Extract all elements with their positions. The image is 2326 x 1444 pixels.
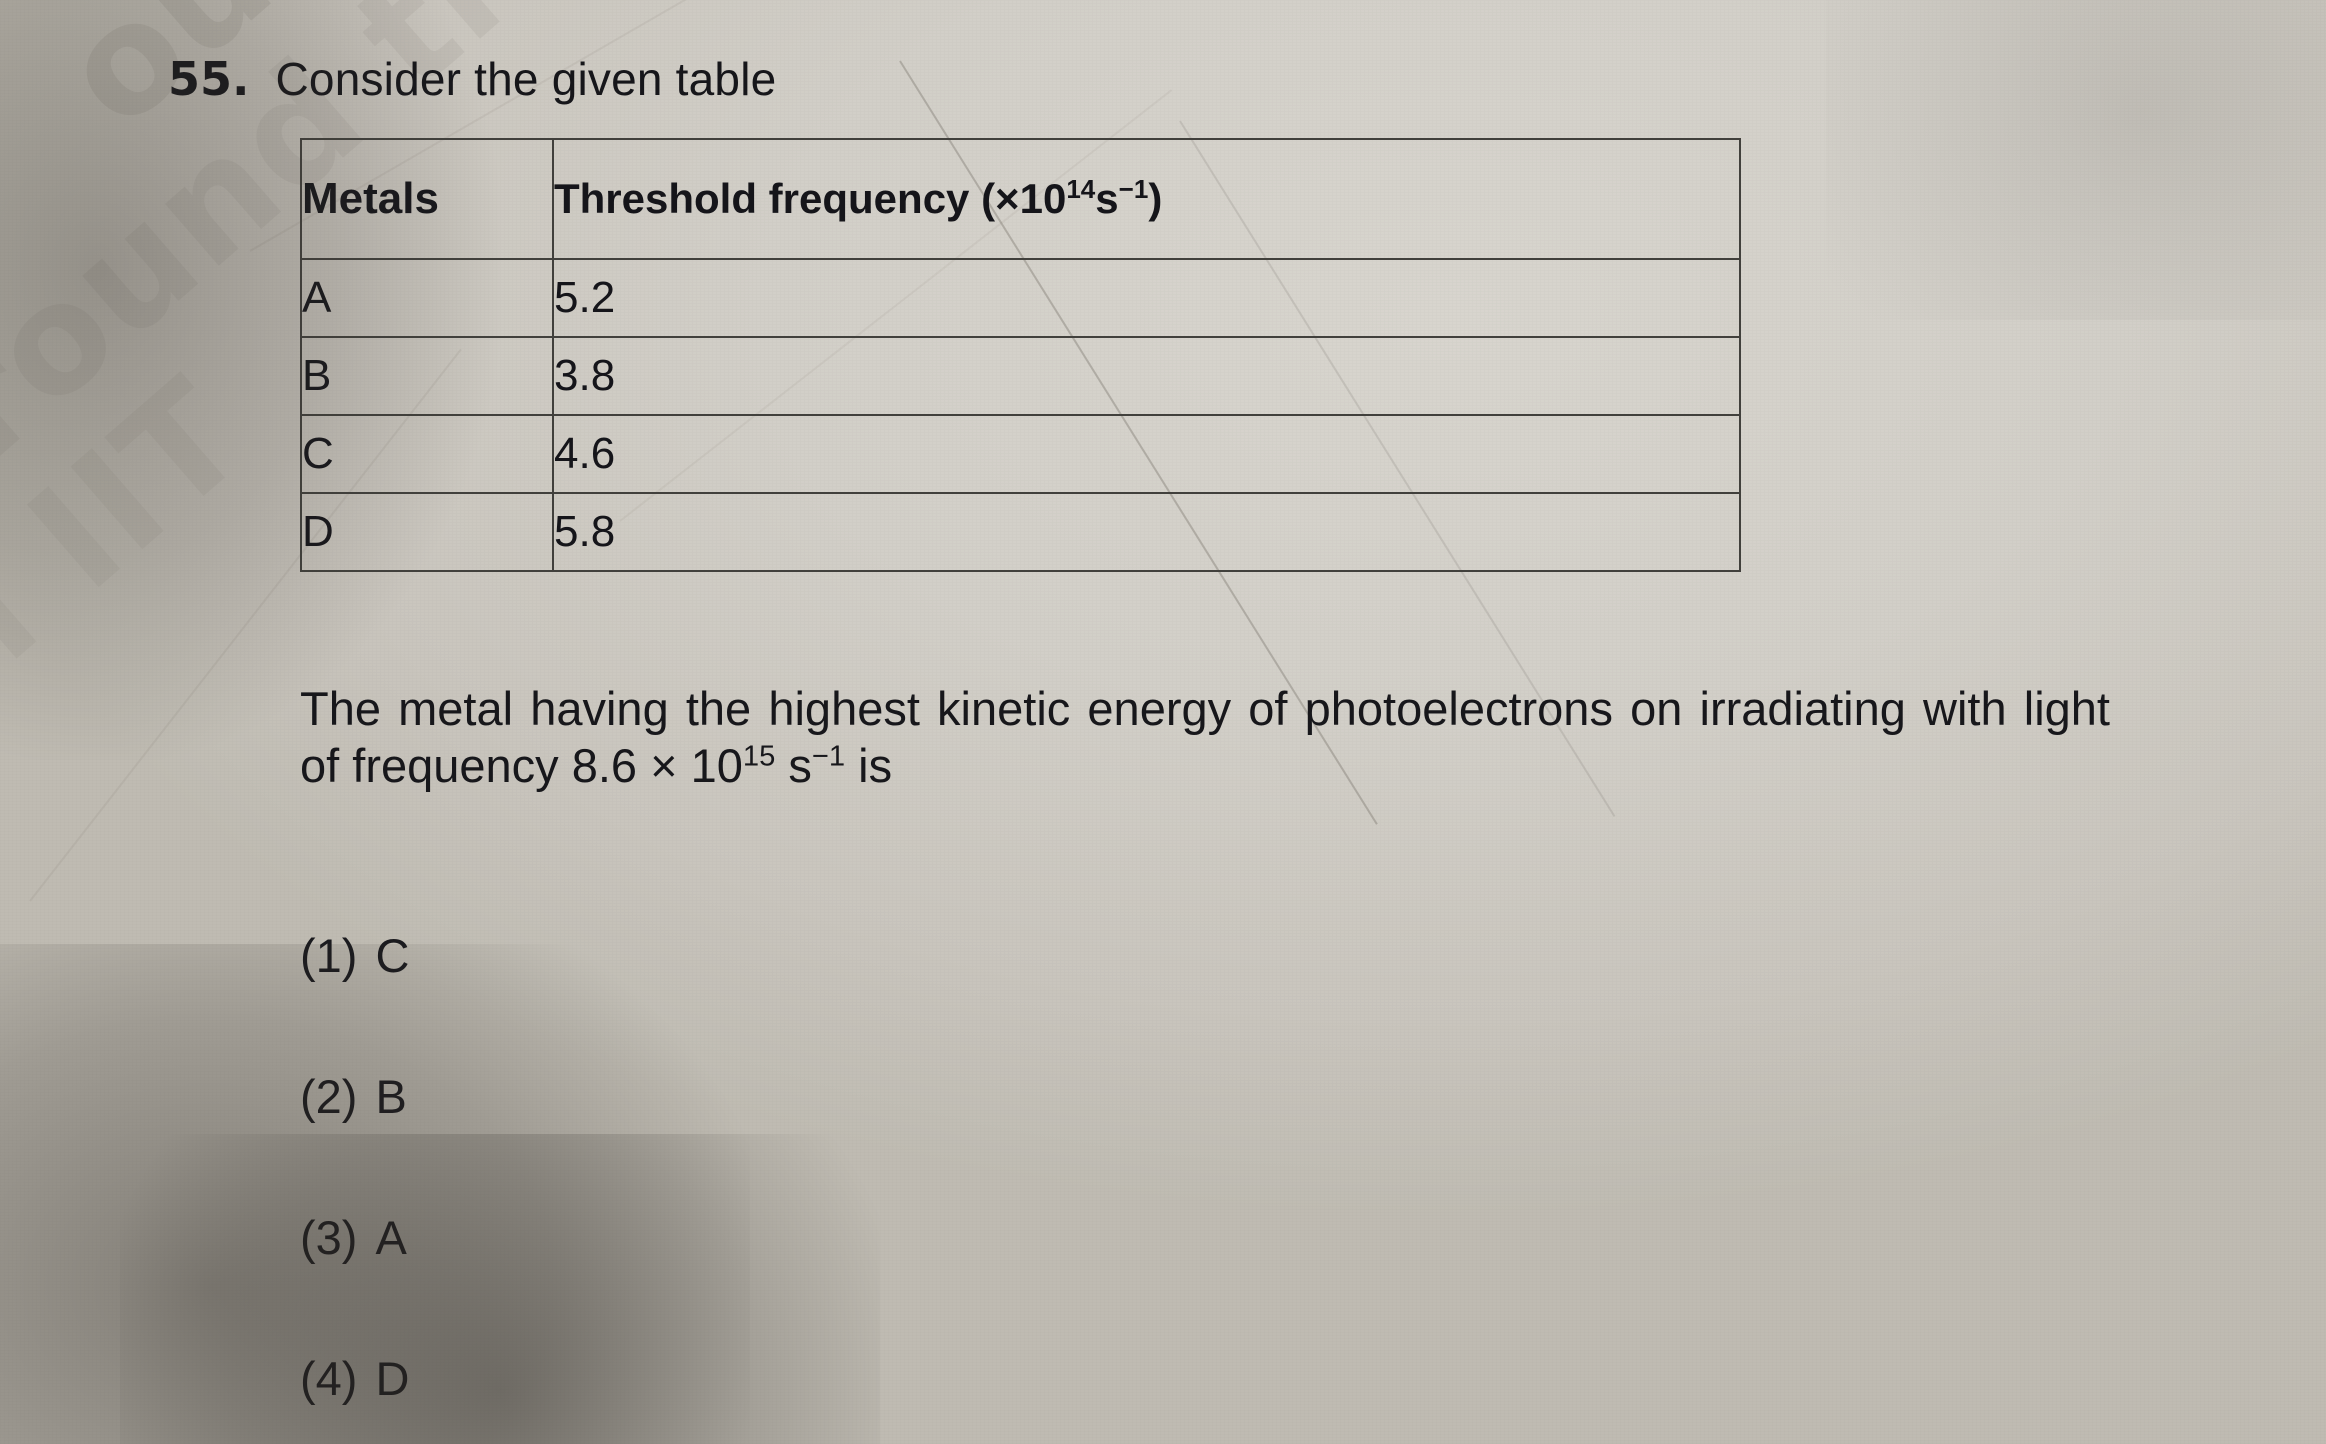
- freq-header-prefix: Threshold frequency (×10: [554, 175, 1067, 222]
- threshold-frequency-table-wrapper: Metals Threshold frequency (×1014s−1) A …: [300, 138, 1741, 572]
- body-unit-s: s: [775, 739, 812, 793]
- cell-metal: D: [300, 492, 554, 572]
- table-row: A 5.2: [300, 258, 1741, 338]
- threshold-frequency-table: Metals Threshold frequency (×1014s−1) A …: [300, 138, 1741, 572]
- question-number: 55.: [168, 52, 250, 106]
- scanned-question-page: ound ions round tions cal IIT 55. Consid…: [0, 0, 2326, 1444]
- table-header-row: Metals Threshold frequency (×1014s−1): [300, 138, 1741, 260]
- option-2-label: B: [375, 1070, 407, 1123]
- answer-options-list: (1) C (2) B (3) A (4) D: [300, 928, 1200, 1406]
- option-1-label: C: [375, 929, 410, 982]
- cell-threshold-value: 4.6: [552, 414, 1741, 494]
- cell-threshold-value: 5.8: [552, 492, 1741, 572]
- freq-header-unit-s: s: [1095, 175, 1119, 222]
- body-exponent-minus1: −1: [811, 740, 846, 773]
- option-1-number: (1): [300, 929, 358, 982]
- option-2[interactable]: (2) B: [300, 1069, 1200, 1124]
- option-3-label: A: [375, 1211, 407, 1264]
- body-exponent-15: 15: [742, 740, 776, 773]
- column-header-metals: Metals: [300, 138, 554, 260]
- option-1[interactable]: (1) C: [300, 928, 1200, 983]
- freq-header-exponent-minus1: −1: [1118, 174, 1149, 204]
- cell-threshold-value: 3.8: [552, 336, 1741, 416]
- cell-metal: B: [300, 336, 554, 416]
- option-4-label: D: [375, 1352, 410, 1405]
- question-body-text: The metal having the highest kinetic ene…: [300, 680, 2110, 795]
- option-2-number: (2): [300, 1070, 358, 1123]
- table-row: B 3.8: [300, 336, 1741, 416]
- question-heading: 55. Consider the given table: [168, 52, 776, 106]
- option-3-number: (3): [300, 1211, 358, 1264]
- cell-metal: A: [300, 258, 554, 338]
- question-stem: Consider the given table: [275, 53, 777, 105]
- table-row: C 4.6: [300, 414, 1741, 494]
- cell-metal: C: [300, 414, 554, 494]
- body-text-part-1: The metal having the highest kinetic ene…: [300, 682, 2110, 793]
- column-header-threshold-frequency: Threshold frequency (×1014s−1): [552, 138, 1741, 260]
- option-3[interactable]: (3) A: [300, 1210, 1200, 1265]
- body-text-part-3: is: [845, 739, 893, 793]
- freq-header-exponent-14: 14: [1066, 174, 1096, 204]
- cell-threshold-value: 5.2: [552, 258, 1741, 338]
- freq-header-suffix: ): [1148, 175, 1163, 222]
- table-head: Metals Threshold frequency (×1014s−1): [300, 138, 1741, 260]
- table-body: A 5.2 B 3.8 C 4.6 D 5.8: [300, 258, 1741, 572]
- option-4-number: (4): [300, 1352, 358, 1405]
- table-row: D 5.8: [300, 492, 1741, 572]
- option-4[interactable]: (4) D: [300, 1351, 1200, 1406]
- question-content: 55. Consider the given table Metals Thre…: [0, 0, 2326, 1444]
